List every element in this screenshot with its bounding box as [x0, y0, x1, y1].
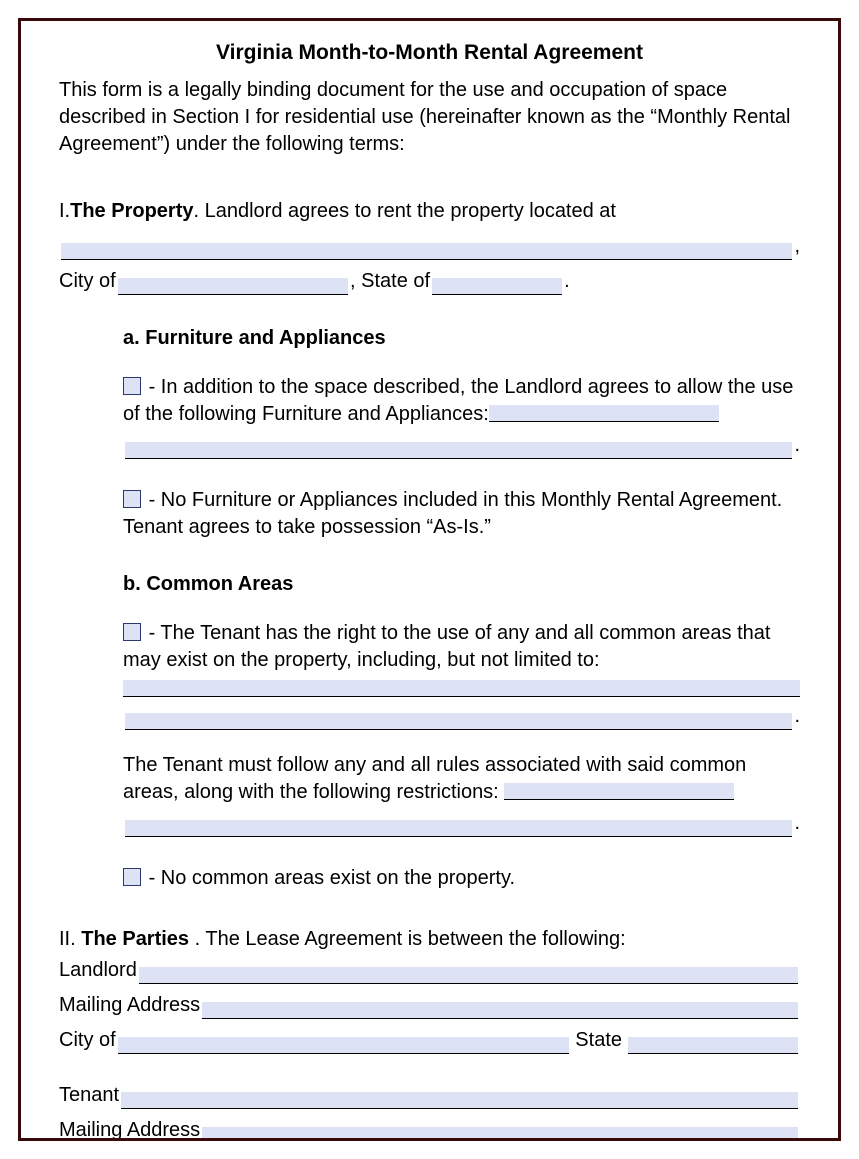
tenant-mailing-row: Mailing Address: [59, 1117, 800, 1141]
city-field[interactable]: [118, 278, 348, 295]
property-address-row: ,: [59, 233, 800, 260]
common-areas-field-2[interactable]: [125, 713, 792, 730]
checkbox-furniture-included[interactable]: [123, 377, 141, 395]
tenant-mailing-field[interactable]: [202, 1127, 798, 1141]
common-areas-rules: The Tenant must follow any and all rules…: [123, 752, 800, 806]
subsection-a-heading: a. Furniture and Appliances: [123, 325, 800, 352]
furniture-option-2-text: - No Furniture or Appliances included in…: [123, 489, 782, 538]
state-label: , State of: [350, 268, 430, 295]
section-2-title: The Parties: [81, 928, 189, 950]
landlord-field[interactable]: [139, 967, 798, 984]
comma: ,: [794, 233, 800, 260]
landlord-mailing-label: Mailing Address: [59, 992, 200, 1019]
common-areas-option-2-text: - No common areas exist on the property.: [149, 867, 515, 889]
document-title: Virginia Month-to-Month Rental Agreement: [59, 39, 800, 67]
section-2-heading: II. The Parties . The Lease Agreement is…: [59, 926, 800, 953]
tenant-field[interactable]: [121, 1092, 798, 1109]
landlord-mailing-field[interactable]: [202, 1002, 798, 1019]
section-2-number: II.: [59, 928, 81, 950]
tenant-row: Tenant: [59, 1082, 800, 1109]
restrictions-row-2: .: [123, 810, 800, 837]
tenant-label: Tenant: [59, 1082, 119, 1109]
furniture-list-field-2[interactable]: [125, 442, 792, 459]
subsection-b-heading: b. Common Areas: [123, 571, 800, 598]
furniture-option-1: - In addition to the space described, th…: [123, 374, 800, 428]
landlord-row: Landlord: [59, 957, 800, 984]
landlord-label: Landlord: [59, 957, 137, 984]
section-1-tail: . Landlord agrees to rent the property l…: [193, 198, 616, 225]
furniture-list-field-1[interactable]: [489, 405, 719, 422]
common-areas-option-1: - The Tenant has the right to the use of…: [123, 620, 800, 674]
landlord-mailing-row: Mailing Address: [59, 992, 800, 1019]
checkbox-common-areas-exist[interactable]: [123, 623, 141, 641]
city-state-row: City of , State of .: [59, 268, 800, 295]
furniture-option-2: - No Furniture or Appliances included in…: [123, 487, 800, 541]
landlord-city-state-row: City of State: [59, 1027, 800, 1054]
common-areas-row-2: .: [123, 703, 800, 730]
document-page: Virginia Month-to-Month Rental Agreement…: [18, 18, 841, 1141]
common-areas-option-2: - No common areas exist on the property.: [123, 865, 800, 892]
checkbox-furniture-none[interactable]: [123, 490, 141, 508]
common-areas-field-1[interactable]: [123, 680, 800, 697]
landlord-city-field[interactable]: [118, 1037, 570, 1054]
common-areas-option-1-text: - The Tenant has the right to the use of…: [123, 622, 770, 671]
landlord-state-field[interactable]: [628, 1037, 798, 1054]
period: .: [564, 268, 570, 295]
landlord-state-label: State: [571, 1027, 626, 1054]
property-address-field[interactable]: [61, 243, 792, 260]
section-1-number: I.: [59, 198, 70, 225]
checkbox-common-areas-none[interactable]: [123, 868, 141, 886]
furniture-list-row-2: .: [123, 432, 800, 459]
section-2-tail: . The Lease Agreement is between the fol…: [195, 928, 626, 950]
landlord-city-label: City of: [59, 1027, 116, 1054]
city-label: City of: [59, 268, 116, 295]
section-1-heading: I. The Property . Landlord agrees to ren…: [59, 198, 800, 225]
restrictions-field-2[interactable]: [125, 820, 792, 837]
section-1-title: The Property: [70, 198, 193, 225]
tenant-mailing-label: Mailing Address: [59, 1117, 200, 1141]
intro-paragraph: This form is a legally binding document …: [59, 77, 800, 158]
restrictions-field-1[interactable]: [504, 783, 734, 800]
state-field[interactable]: [432, 278, 562, 295]
